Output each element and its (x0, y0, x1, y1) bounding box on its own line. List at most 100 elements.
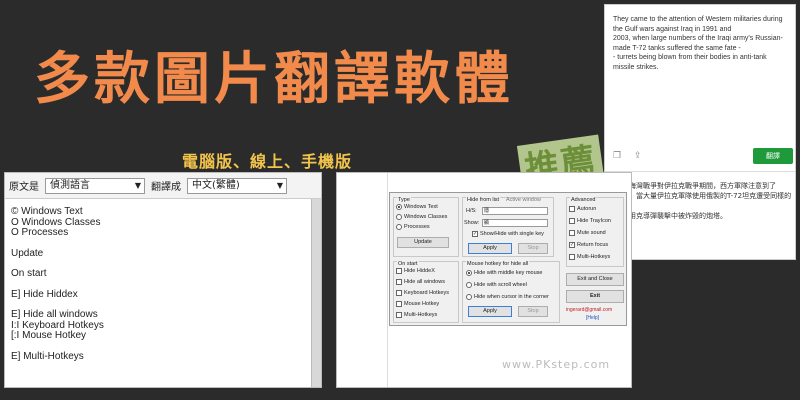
option-label: Hide when cursor in the corner (474, 294, 549, 300)
show-label: Show: (464, 220, 480, 226)
type-option-windows-text[interactable]: Windows Text (396, 204, 438, 210)
advanced-hide-trayicon[interactable]: Hide TrayIcon (569, 218, 611, 224)
checkbox-checked-icon: ✓ (472, 231, 478, 237)
advanced-multi-hotkeys[interactable]: Multi-Hotkeys (569, 254, 610, 260)
on-start-hide-all-windows[interactable]: Hide all windows (396, 279, 445, 285)
option-label: Multi-Hotkeys (404, 312, 438, 318)
mouse-apply-button[interactable]: Apply (468, 306, 512, 317)
card-cn-line: 海灣戰爭對伊拉克戰爭期間，西方軍隊注意到了 (629, 182, 776, 190)
chevron-down-icon: ▼ (276, 180, 283, 190)
output-line: Update (11, 247, 44, 259)
watermark: www.PKstep.com (502, 358, 611, 371)
active-window-label: Active window (506, 197, 541, 203)
source-language-select[interactable]: 偵測語言 ▼ (45, 177, 145, 194)
output-gap (11, 342, 301, 352)
option-label: Return focus (577, 242, 609, 248)
help-link[interactable]: [Help] (586, 315, 599, 321)
advanced-mute-sound[interactable]: Mute sound (569, 230, 606, 236)
card-line: the Gulf wars against Iraq in 1991 and (613, 25, 732, 33)
card-line: They came to the attention of Western mi… (613, 16, 783, 23)
card-english-text: They came to the attention of Western mi… (613, 15, 789, 72)
translation-card: They came to the attention of Western mi… (604, 4, 796, 260)
radio-icon (396, 204, 402, 210)
checkbox-icon (396, 290, 402, 296)
checkbox-icon (569, 206, 575, 212)
checkbox-icon (396, 301, 402, 307)
card-chinese-text: 海灣戰爭對伊拉克戰爭期間，西方軍隊注意到了 ，當大量伊拉克軍隊使用俄製的T-72… (629, 181, 793, 221)
mouse-option-corner[interactable]: Hide when cursor in the corner (466, 294, 549, 300)
option-label: Hide with middle key mouse (474, 270, 543, 276)
type-title: Type (397, 197, 411, 203)
subline: 電腦版、線上、手機版 (182, 152, 353, 171)
radio-icon (396, 214, 402, 220)
option-label: Hide all windows (404, 279, 445, 285)
option-label: Hide with scroll wheel (474, 282, 527, 288)
copy-icon[interactable]: ❐ (613, 151, 621, 161)
option-label: Show/Hide with single key (480, 231, 544, 237)
type-option-processes[interactable]: Processes (396, 224, 430, 230)
card-line: 2003, when large numbers of the Iraqi ar… (613, 35, 783, 42)
target-language-select[interactable]: 中文(繁體) ▼ (187, 177, 287, 194)
translator-toolbar: 原文是 偵測語言 ▼ 翻譯成 中文(繁體) ▼ (5, 173, 321, 199)
mouse-option-scroll-wheel[interactable]: Hide with scroll wheel (466, 282, 527, 288)
checkbox-icon (396, 312, 402, 318)
translate-button[interactable]: 翻譯 (753, 148, 793, 164)
type-option-windows-classes[interactable]: Windows Classes (396, 214, 447, 220)
share-icon[interactable]: ⇪ (634, 151, 642, 161)
option-label: Windows Text (404, 204, 438, 210)
advanced-return-focus[interactable]: ✓ Return focus (569, 242, 608, 248)
target-label: 翻譯成 (151, 182, 181, 193)
hiddex-settings-dialog: Type Windows Text Windows Classes Proces… (389, 192, 627, 326)
chevron-down-icon: ▼ (134, 180, 141, 190)
show-hide-single-key-checkbox[interactable]: ✓ Show/Hide with single key (472, 231, 544, 237)
card-cn-line: ，當大量伊拉克軍隊使用俄製的T-72坦克遭受同樣的 (629, 192, 792, 200)
show-field[interactable]: 顯 (482, 219, 548, 227)
mouse-hotkey-title: Mouse hotkey for hide all (466, 261, 530, 267)
on-start-hide-hiddex[interactable]: Hide HiddeX (396, 268, 435, 274)
radio-icon (396, 224, 402, 230)
stop-button[interactable]: Stop (518, 243, 548, 254)
option-label: Multi-Hotkeys (577, 254, 611, 260)
output-line: E] Hide Hiddex (11, 288, 78, 300)
hs-label: H/S: (466, 208, 477, 214)
source-language-value: 偵測語言 (50, 179, 90, 191)
option-label: Mouse Hotkey (404, 301, 440, 307)
on-start-title: On start (397, 261, 419, 267)
hide-from-list-title: Hide from list (466, 197, 501, 203)
advanced-title: Advanced (570, 197, 597, 203)
on-start-multi-hotkeys[interactable]: Multi-Hotkeys (396, 312, 437, 318)
checkbox-icon (396, 279, 402, 285)
card-line: - turrets being blown from their bodies … (613, 54, 767, 61)
update-button[interactable]: Update (397, 237, 449, 248)
mouse-option-middle-key[interactable]: Hide with middle key mouse (466, 270, 542, 276)
scrollbar[interactable] (311, 199, 321, 387)
exit-and-close-button[interactable]: Exit and Close (566, 273, 624, 286)
advanced-autorun[interactable]: Autorun (569, 206, 596, 212)
apply-button[interactable]: Apply (468, 243, 512, 254)
option-label: Mute sound (577, 230, 606, 236)
headline: 多款圖片翻譯軟體 (34, 47, 514, 112)
option-label: Windows Classes (404, 214, 448, 220)
radio-icon (466, 282, 472, 288)
output-line: O Processes (11, 227, 69, 238)
output-gap (11, 239, 301, 249)
mouse-stop-button[interactable]: Stop (518, 306, 548, 317)
exit-button[interactable]: Exit (566, 290, 624, 303)
card-divider (605, 171, 795, 172)
card-line: missile strikes. (613, 63, 659, 71)
hs-field[interactable]: 隱 (482, 207, 548, 215)
output-line: E] Multi-Hotkeys (11, 350, 84, 362)
option-label: Processes (404, 224, 430, 230)
on-start-keyboard-hotkeys[interactable]: Keyboard Hotkeys (396, 290, 449, 296)
output-gap (11, 259, 301, 269)
translator-window: 原文是 偵測語言 ▼ 翻譯成 中文(繁體) ▼ © Windows Text O… (4, 172, 322, 388)
card-cn-line (629, 201, 793, 211)
checkbox-icon (569, 218, 575, 224)
output-line: © Windows Text (11, 206, 83, 217)
source-label: 原文是 (9, 182, 39, 193)
on-start-mouse-hotkey[interactable]: Mouse Hotkey (396, 301, 439, 307)
radio-icon (466, 294, 472, 300)
output-line: [:I Mouse Hotkey (11, 330, 87, 341)
author-email: ingerard@gmail.com (566, 307, 613, 313)
option-label: Hide HiddeX (404, 268, 435, 274)
